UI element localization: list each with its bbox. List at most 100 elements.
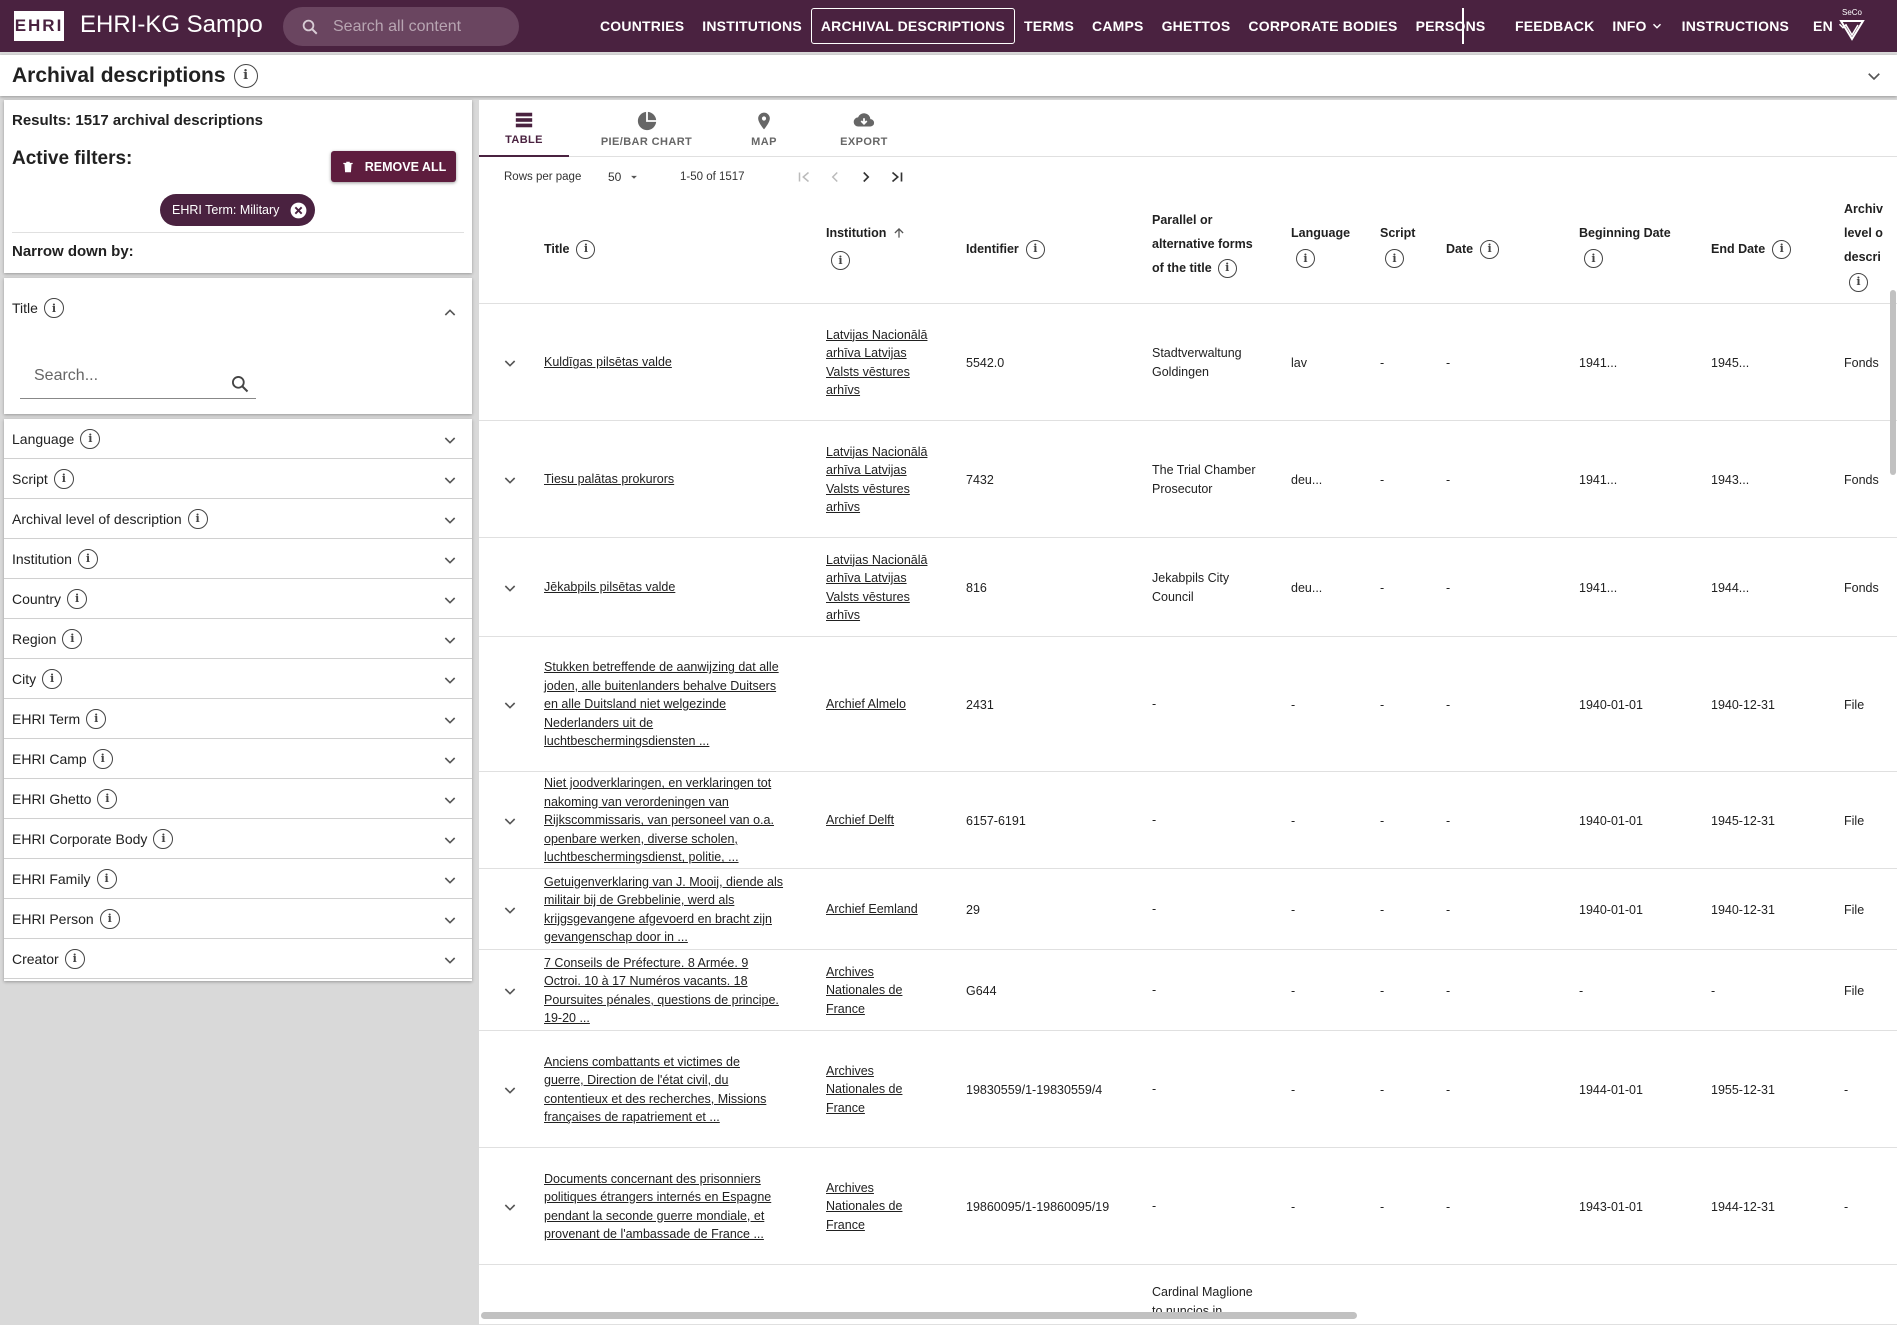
cell-inst-line[interactable]: arhīvs	[826, 383, 860, 397]
chevron-down-icon[interactable]	[442, 792, 458, 808]
col-end-date[interactable]: End Date i	[1711, 237, 1792, 261]
cell-inst-line[interactable]: Latvijas Nacionālā	[826, 328, 927, 342]
cell-inst-line[interactable]: Valsts vēstures	[826, 590, 910, 604]
expand-row-icon[interactable]	[502, 580, 518, 596]
cell-inst[interactable]: Archives Nationales de France	[826, 1179, 976, 1235]
cell-title-line[interactable]: Kuldīgas pilsētas valde	[544, 355, 672, 369]
cell-inst-line[interactable]: France	[826, 1218, 865, 1232]
cell-inst-line[interactable]: Archief Delft	[826, 813, 894, 827]
info-icon[interactable]: i	[576, 239, 596, 259]
info-icon[interactable]: i	[1849, 272, 1868, 292]
info-icon[interactable]: i	[1772, 239, 1792, 259]
cell-title-line[interactable]: joden, alle buitenlanders behalve Duitse…	[544, 679, 776, 693]
cell-title-line[interactable]: Niet joodverklaringen, en verklaringen t…	[544, 776, 771, 790]
cell-title[interactable]: Stukken betreffende de aanwijzing dat al…	[544, 658, 814, 751]
chevron-down-icon[interactable]	[442, 632, 458, 648]
cell-title-line[interactable]: militair bij de Grebbelinie, werd als	[544, 893, 734, 907]
cell-title[interactable]: Tiesu palātas prokurors	[544, 470, 814, 489]
cell-title-line[interactable]: 7 Conseils de Préfecture. 8 Armée. 9	[544, 956, 748, 970]
info-icon[interactable]: i	[831, 251, 850, 270]
cell-inst[interactable]: Latvijas Nacionālā arhīva Latvijas Valsts …	[826, 443, 976, 517]
title-facet-header[interactable]: Title i	[12, 298, 64, 318]
cell-title[interactable]: Documents concernant des prisonniers poli…	[544, 1170, 814, 1244]
info-icon[interactable]: i	[187, 508, 208, 529]
cell-inst-line[interactable]: Latvijas Nacionālā	[826, 553, 927, 567]
chevron-down-icon[interactable]	[1865, 67, 1883, 85]
tab-export[interactable]: EXPORT	[814, 100, 914, 157]
nav-feedback[interactable]: FEEDBACK	[1506, 8, 1603, 44]
cell-title-line[interactable]: guerre, Direction de l'état civil, du	[544, 1073, 728, 1087]
cell-title[interactable]: Getuigenverklaring van J. Mooij, diende …	[544, 873, 814, 947]
info-icon[interactable]: i	[67, 588, 88, 609]
cell-title-line[interactable]: en alle Duitsland niet welgezinde	[544, 697, 726, 711]
info-icon[interactable]: i	[62, 628, 83, 649]
cell-title-line[interactable]: politiques étrangers internés en Espagne	[544, 1190, 771, 1204]
cell-title-line[interactable]: nakoming van verordeningen van	[544, 795, 729, 809]
col-institution[interactable]: Institution i	[826, 221, 906, 272]
tab-pie-bar-chart[interactable]: PIE/BAR CHART	[579, 100, 714, 157]
info-icon[interactable]: i	[64, 948, 85, 969]
expand-row-icon[interactable]	[502, 1082, 518, 1098]
cell-title-line[interactable]: Nederlanders uit de	[544, 716, 653, 730]
cell-title-line[interactable]: Rijkscommissaris, van personeel van o.a.	[544, 813, 774, 827]
chevron-down-icon[interactable]	[442, 712, 458, 728]
info-icon[interactable]: i	[96, 868, 117, 889]
cell-inst-line[interactable]: Latvijas Nacionālā	[826, 445, 927, 459]
facet-ehri-ghetto[interactable]: EHRI Ghetto i	[4, 779, 472, 819]
nav-countries[interactable]: COUNTRIES	[591, 8, 693, 44]
cell-inst[interactable]: Archives Nationales de France	[826, 1062, 976, 1118]
facet-creator[interactable]: Creator i	[4, 939, 472, 979]
cell-inst-line[interactable]: Archief Eemland	[826, 902, 918, 916]
expand-row-icon[interactable]	[502, 813, 518, 829]
facet-ehri-term[interactable]: EHRI Term i	[4, 699, 472, 739]
nav-persons[interactable]: PERSONS	[1407, 8, 1495, 44]
chevron-down-icon[interactable]	[442, 672, 458, 688]
cell-title[interactable]: Jēkabpils pilsētas valde	[544, 578, 814, 597]
cell-title-line[interactable]: gevangenschap door in ...	[544, 930, 688, 944]
cell-inst-line[interactable]: France	[826, 1101, 865, 1115]
nav-terms[interactable]: TERMS	[1015, 8, 1083, 44]
cell-title-line[interactable]: Anciens combattants et victimes de	[544, 1055, 740, 1069]
nav-institutions[interactable]: INSTITUTIONS	[693, 8, 811, 44]
vertical-scrollbar[interactable]	[1890, 290, 1896, 475]
cell-inst[interactable]: Archief Delft	[826, 811, 976, 830]
nav-camps[interactable]: CAMPS	[1083, 8, 1153, 44]
facet-archival-level-of-description[interactable]: Archival level of description i	[4, 499, 472, 539]
info-icon[interactable]: i	[99, 908, 120, 929]
info-icon[interactable]: i	[1584, 249, 1603, 268]
cell-title-line[interactable]: Tiesu palātas prokurors	[544, 472, 674, 486]
title-search-input[interactable]: Search...	[20, 362, 256, 399]
cell-inst-line[interactable]: Nationales de	[826, 1082, 902, 1096]
cell-inst[interactable]: Latvijas Nacionālā arhīva Latvijas Valsts …	[826, 326, 976, 400]
chevron-down-icon[interactable]	[442, 592, 458, 608]
facet-ehri-family[interactable]: EHRI Family i	[4, 859, 472, 899]
info-icon[interactable]: i	[1480, 239, 1500, 259]
cell-inst-line[interactable]: Valsts vēstures	[826, 365, 910, 379]
close-circle-icon[interactable]	[289, 201, 308, 220]
cell-title[interactable]: Niet joodverklaringen, en verklaringen t…	[544, 774, 814, 867]
info-icon[interactable]: i	[77, 548, 98, 569]
cell-title-line[interactable]: Jēkabpils pilsētas valde	[544, 580, 675, 594]
tab-map[interactable]: MAP	[714, 100, 814, 157]
info-icon[interactable]: i	[42, 668, 63, 689]
cell-inst-line[interactable]: arhīvs	[826, 500, 860, 514]
remove-all-button[interactable]: REMOVE ALL	[331, 151, 456, 182]
cell-title-line[interactable]: Stukken betreffende de aanwijzing dat al…	[544, 660, 779, 674]
cell-title-line[interactable]: Documents concernant des prisonniers	[544, 1172, 761, 1186]
info-icon[interactable]: i	[86, 708, 107, 729]
global-search-input[interactable]: Search all content	[283, 7, 519, 46]
chevron-down-icon[interactable]	[442, 552, 458, 568]
col-beginning-date[interactable]: Beginning Date i	[1579, 221, 1671, 270]
info-icon[interactable]: i	[97, 788, 118, 809]
col-language[interactable]: Language i	[1291, 221, 1350, 270]
arrow-up-icon[interactable]	[892, 226, 906, 240]
cell-inst[interactable]: Archief Almelo	[826, 695, 976, 714]
nav-instructions[interactable]: INSTRUCTIONS	[1673, 8, 1798, 44]
info-icon[interactable]: i	[92, 748, 113, 769]
info-icon[interactable]: i	[53, 468, 74, 489]
info-icon[interactable]: i	[1385, 249, 1404, 268]
cell-title-line[interactable]: 19-20 ...	[544, 1011, 590, 1025]
cell-title[interactable]: Kuldīgas pilsētas valde	[544, 353, 814, 372]
col-title[interactable]: Title i	[544, 237, 596, 261]
facet-city[interactable]: City i	[4, 659, 472, 699]
